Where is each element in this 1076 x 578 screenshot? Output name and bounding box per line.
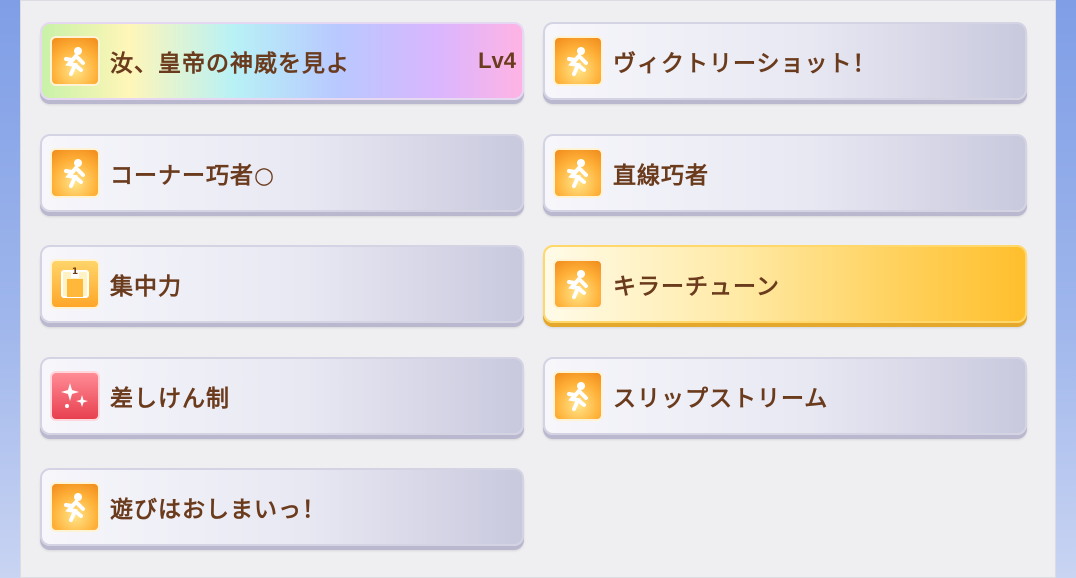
skill-name: スリップストリーム bbox=[613, 386, 829, 412]
running-speed-icon bbox=[553, 148, 603, 198]
skill-list-panel: 汝、皇帝の神威を見よ Lv4 ヴィクトリーショット！ コーナー巧者○ 直線巧者 … bbox=[20, 0, 1056, 578]
skill-card[interactable]: 差しけん制 bbox=[40, 357, 524, 435]
skill-level: Lv4 bbox=[478, 48, 516, 73]
skill-card[interactable]: コーナー巧者○ bbox=[40, 134, 524, 212]
gate-number: 1 bbox=[71, 267, 79, 277]
skill-card[interactable]: ヴィクトリーショット！ bbox=[543, 22, 1027, 100]
skill-name: コーナー巧者○ bbox=[110, 163, 276, 189]
skill-card[interactable]: 1 集中力 bbox=[40, 245, 524, 323]
sparkle-debuff-icon bbox=[50, 371, 100, 421]
skill-name: 集中力 bbox=[110, 274, 182, 300]
skill-card[interactable]: 直線巧者 bbox=[543, 134, 1027, 212]
running-speed-icon bbox=[553, 36, 603, 86]
running-speed-icon bbox=[50, 36, 100, 86]
skill-card[interactable]: キラーチューン bbox=[543, 245, 1027, 323]
skill-name: キラーチューン bbox=[613, 274, 780, 300]
skill-name: 差しけん制 bbox=[110, 386, 230, 412]
skill-name: ヴィクトリーショット！ bbox=[613, 51, 877, 77]
skill-card[interactable]: スリップストリーム bbox=[543, 357, 1027, 435]
running-speed-icon bbox=[553, 371, 603, 421]
skill-name: 汝、皇帝の神威を見よ bbox=[110, 51, 350, 77]
skill-name: 直線巧者 bbox=[613, 163, 709, 189]
skill-name: 遊びはおしまいっ！ bbox=[110, 497, 326, 523]
running-speed-icon bbox=[553, 259, 603, 309]
running-speed-icon bbox=[50, 148, 100, 198]
skill-card[interactable]: 汝、皇帝の神威を見よ Lv4 bbox=[40, 22, 524, 100]
gate-focus-icon: 1 bbox=[50, 259, 100, 309]
running-speed-icon bbox=[50, 482, 100, 532]
skill-card[interactable]: 遊びはおしまいっ！ bbox=[40, 468, 524, 546]
